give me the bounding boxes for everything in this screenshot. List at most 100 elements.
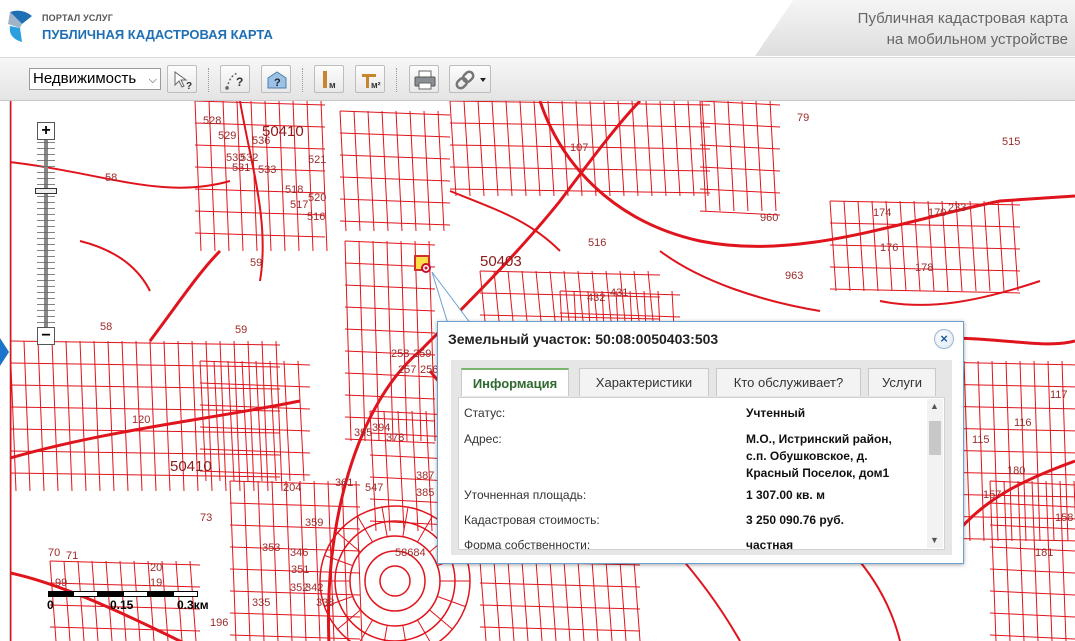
parcel-line [631, 101, 639, 197]
parcel-number-label: 529 [218, 130, 236, 142]
parcel-number-label: 338 [316, 597, 334, 609]
parcel-line [479, 582, 641, 588]
parcel-number-label: 257 [398, 364, 416, 376]
tab-information[interactable]: Информация [461, 368, 569, 396]
zoom-slider-handle[interactable] [35, 188, 57, 194]
roundabout-spoke [417, 619, 431, 641]
parcel-line [983, 200, 991, 292]
parcel-number-label: 256 [420, 364, 438, 376]
measure-length-button[interactable]: м [314, 65, 344, 93]
parcel-line [755, 101, 763, 212]
parcel-line [397, 410, 405, 532]
roundabout-spoke [437, 595, 466, 608]
area-value: 1 307.00 кв. м [746, 488, 825, 502]
link-menu-button[interactable] [449, 65, 491, 93]
parcel-number-label: 180 [1007, 465, 1025, 477]
parcel-line [241, 360, 249, 482]
parcel-line [107, 340, 115, 492]
toolbar-separator [302, 68, 303, 92]
parcel-line [449, 188, 711, 194]
portal-title[interactable]: ПУБЛИЧНАЯ КАДАСТРОВАЯ КАРТА [42, 27, 273, 42]
parcel-line [507, 560, 515, 641]
parcel-number-label: 170 [928, 207, 946, 219]
parcel-number-label: 59 [250, 257, 262, 269]
parcel-line [344, 306, 436, 312]
parcel-line [829, 200, 837, 292]
parcel-number-label: 50410 [170, 458, 212, 475]
parcel-line [1019, 360, 1027, 542]
parcel-number-label: 233 [948, 202, 966, 214]
select-identify-button[interactable]: ? [167, 65, 197, 93]
tab-who-serves[interactable]: Кто обслуживает? [716, 368, 861, 396]
zoom-in-button[interactable]: + [37, 122, 55, 140]
svg-text:?: ? [186, 81, 192, 91]
parcel-line [79, 340, 87, 492]
parcel-line [236, 101, 244, 252]
info-scrollbar[interactable]: ▲ ▼ [927, 399, 943, 548]
measure-area-button[interactable]: м² [355, 65, 385, 93]
parcel-line [199, 426, 311, 432]
roundabout-spoke [417, 515, 433, 543]
parcel-line [339, 132, 451, 138]
map-toolbar: Недвижимость ⌵ ? ? ? м м² [0, 58, 1075, 101]
parcel-line [149, 340, 157, 492]
parcel-line [1047, 360, 1055, 542]
parcel-number-label: 532 [240, 152, 258, 164]
address-label: Адрес: [464, 432, 502, 446]
parcel-line [1005, 360, 1013, 542]
parcel-number-label: 176 [880, 242, 898, 254]
close-button[interactable]: × [934, 329, 954, 349]
parcel-line [339, 110, 451, 116]
print-button[interactable] [409, 65, 439, 93]
parcel-number-label: 20 [150, 562, 162, 574]
info-panel: Статус: Учтенный Адрес: М.О., Истринский… [458, 397, 945, 550]
parcel-line [997, 200, 1005, 292]
address-value: М.О., Истринский район, с.п. Обушковское… [746, 431, 892, 482]
popup-body: Информация Характеристики Кто обслуживае… [451, 360, 952, 555]
scale-segment [48, 591, 73, 597]
parcel-line [344, 262, 436, 268]
tab-services[interactable]: Услуги [868, 368, 936, 396]
parcel-line [213, 360, 221, 482]
parcel-line [989, 590, 1075, 596]
scroll-up-icon[interactable]: ▲ [930, 401, 939, 411]
zoom-out-button[interactable]: − [37, 327, 55, 345]
roundabout-ring [364, 550, 426, 612]
parcel-line [358, 240, 366, 442]
identify-building-icon: ? [267, 71, 287, 89]
parcel-line [989, 612, 1075, 618]
parcel-number-label: 73 [200, 512, 212, 524]
parcel-number-label: 19 [150, 577, 162, 589]
status-label: Статус: [464, 406, 506, 420]
side-panel-handle[interactable] [0, 101, 10, 641]
parcel-line [699, 122, 781, 128]
parcel-line [320, 101, 328, 252]
parcel-number-label: 116 [1014, 417, 1032, 429]
scroll-thumb[interactable] [929, 421, 941, 455]
identify-building-button[interactable]: ? [261, 65, 291, 93]
parcel-line [989, 568, 1075, 574]
scroll-down-icon[interactable]: ▼ [930, 535, 939, 545]
scale-label-max: 0.3км [177, 598, 209, 612]
area-label: Уточненная площадь: [464, 488, 587, 502]
parcel-number-label: 516 [588, 237, 606, 249]
measure-distance-button[interactable]: ? [220, 65, 250, 93]
parcel-number-label: 181 [1035, 547, 1053, 559]
mobile-version-link[interactable]: Публичная кадастровая карта на мобильном… [858, 8, 1068, 50]
parcel-line [727, 101, 735, 212]
scale-bar [48, 591, 198, 597]
parcel-line [989, 524, 1075, 530]
parcel-line [227, 360, 235, 482]
parcel-line [633, 560, 641, 641]
parcel-line [449, 101, 711, 106]
layer-select[interactable]: Недвижимость ⌵ [29, 68, 161, 90]
parcel-line [423, 110, 431, 232]
parcel-line [339, 220, 451, 226]
portal-logo-icon [8, 10, 32, 42]
parcel-line [199, 470, 311, 476]
parcel-line [605, 560, 613, 641]
parcel-line [449, 122, 711, 128]
tab-characteristics[interactable]: Характеристики [579, 368, 709, 396]
parcel-line [521, 560, 529, 641]
expand-panel-arrow-icon[interactable] [0, 338, 9, 366]
